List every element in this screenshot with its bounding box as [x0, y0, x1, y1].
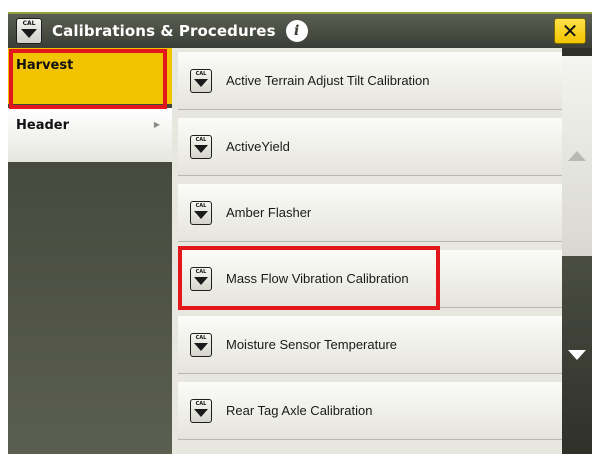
cal-download-icon: CAL [190, 200, 212, 225]
cal-download-icon: CAL [16, 18, 42, 44]
cal-icon-text: CAL [195, 334, 207, 341]
list-item-label: Active Terrain Adjust Tilt Calibration [226, 73, 430, 88]
list-item-active-terrain-adjust[interactable]: CAL Active Terrain Adjust Tilt Calibrati… [178, 52, 562, 110]
cal-badge-text: CAL [22, 20, 36, 27]
list-item-label: Mass Flow Vibration Calibration [226, 271, 409, 286]
cal-icon-text: CAL [195, 70, 207, 77]
info-icon[interactable]: i [285, 20, 308, 42]
down-arrow-shape [194, 78, 208, 87]
cal-download-icon: CAL [190, 266, 212, 291]
category-sidebar: Harvest Header ▶ [8, 48, 172, 454]
list-item-rear-tag-axle[interactable]: CAL Rear Tag Axle Calibration [178, 382, 562, 440]
list-item-label: Amber Flasher [226, 205, 312, 220]
list-item-label: Moisture Sensor Temperature [226, 337, 398, 352]
close-button[interactable]: ✕ [554, 18, 586, 44]
cal-icon-text: CAL [195, 268, 207, 275]
cal-icon-text: CAL [195, 136, 207, 143]
scroll-down-button[interactable] [562, 256, 592, 454]
list-item-label: Rear Tag Axle Calibration [226, 403, 373, 418]
cal-icon-text: CAL [195, 400, 207, 407]
down-arrow-shape [194, 210, 208, 219]
cal-download-icon: CAL [190, 68, 212, 93]
sidebar-item-header[interactable]: Header ▶ [8, 108, 172, 162]
triangle-down-icon [568, 350, 586, 360]
sidebar-item-harvest[interactable]: Harvest [8, 48, 172, 104]
cal-download-icon: CAL [190, 134, 212, 159]
list-item-activeyield[interactable]: CAL ActiveYield [178, 118, 562, 176]
list-item-mass-flow-vibration[interactable]: CAL Mass Flow Vibration Calibration [178, 250, 562, 308]
procedures-list: CAL Active Terrain Adjust Tilt Calibrati… [172, 48, 562, 454]
sidebar-item-label: Harvest [16, 58, 74, 73]
down-arrow-shape [194, 342, 208, 351]
title-bar: CAL Calibrations & Procedures i ✕ [8, 12, 592, 48]
down-arrow-shape [194, 276, 208, 285]
chevron-right-icon: ▶ [153, 120, 160, 129]
close-icon: ✕ [561, 19, 579, 43]
list-item-label: ActiveYield [226, 139, 290, 154]
list-item-amber-flasher[interactable]: CAL Amber Flasher [178, 184, 562, 242]
cal-download-icon: CAL [190, 332, 212, 357]
list-item-moisture-sensor[interactable]: CAL Moisture Sensor Temperature [178, 316, 562, 374]
calibrations-window: CAL Calibrations & Procedures i ✕ Harves… [0, 0, 597, 458]
window-title: Calibrations & Procedures [52, 22, 276, 40]
scroll-up-button[interactable] [562, 56, 592, 256]
down-arrow-shape [21, 29, 37, 38]
info-symbol: i [293, 23, 300, 39]
list-scrollbar[interactable] [562, 48, 592, 454]
down-arrow-shape [194, 144, 208, 153]
cal-icon-text: CAL [195, 202, 207, 209]
cal-download-icon: CAL [190, 398, 212, 423]
sidebar-item-label: Header [16, 118, 70, 133]
triangle-up-icon [568, 151, 586, 161]
down-arrow-shape [194, 408, 208, 417]
